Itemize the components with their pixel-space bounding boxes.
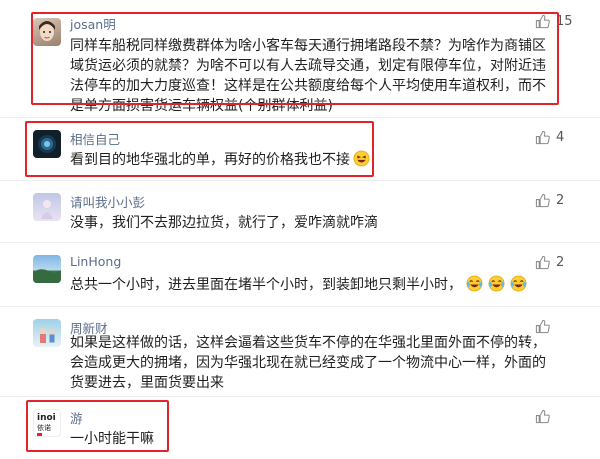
comment-5: 周新财 如果是这样做的话，这样会逼着这些货车不停的在华强北里面外面不停的转，会造… bbox=[0, 307, 600, 395]
avatar[interactable] bbox=[33, 319, 61, 347]
like-button[interactable]: 2 bbox=[535, 193, 564, 208]
thumbs-up-icon bbox=[535, 409, 550, 424]
commenter-name[interactable]: LinHong bbox=[70, 254, 121, 269]
comment-text-row: 总共一个小时，进去里面在堵半个小时，到装卸地只剩半小时， bbox=[70, 275, 555, 295]
highlight-box bbox=[26, 400, 169, 452]
thumbs-up-icon bbox=[535, 130, 550, 145]
commenter-name[interactable]: 请叫我小小彭 bbox=[70, 192, 145, 211]
highlight-box bbox=[31, 12, 559, 105]
comment-4: LinHong 2 总共一个小时，进去里面在堵半个小时，到装卸地只剩半小时， bbox=[0, 243, 600, 305]
avatar[interactable] bbox=[33, 255, 61, 283]
like-count: 2 bbox=[556, 255, 565, 270]
like-button[interactable] bbox=[535, 319, 556, 334]
laughing-tears-emoji bbox=[466, 275, 483, 292]
like-count: 4 bbox=[556, 130, 565, 145]
thumbs-up-icon bbox=[535, 319, 550, 334]
laughing-tears-emoji bbox=[510, 275, 527, 292]
like-count: 2 bbox=[556, 193, 565, 208]
like-button[interactable] bbox=[535, 409, 556, 424]
like-button[interactable]: 2 bbox=[535, 255, 564, 270]
like-button[interactable]: 4 bbox=[535, 130, 564, 145]
thumbs-up-icon bbox=[535, 255, 550, 270]
avatar[interactable] bbox=[33, 193, 61, 221]
comment-3: 请叫我小小彭 2 没事，我们不去那边拉货，就行了，爱咋滴就咋滴 bbox=[0, 181, 600, 241]
comment-text: 总共一个小时，进去里面在堵半个小时，到装卸地只剩半小时， bbox=[70, 277, 462, 293]
comment-text: 没事，我们不去那边拉货，就行了，爱咋滴就咋滴 bbox=[70, 215, 378, 231]
thumbs-up-icon bbox=[535, 193, 550, 208]
laughing-tears-emoji bbox=[488, 275, 505, 292]
comment-text: 如果是这样做的话，这样会逼着这些货车不停的在华强北里面外面不停的转，会造成更大的… bbox=[70, 335, 546, 391]
highlight-box bbox=[25, 121, 374, 177]
